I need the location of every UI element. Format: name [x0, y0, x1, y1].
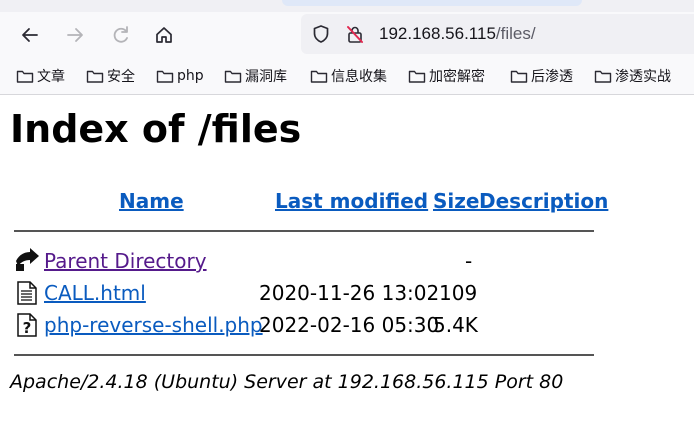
column-header-description[interactable]: Description	[479, 189, 608, 213]
folder-icon	[310, 70, 328, 83]
folder-icon	[408, 70, 426, 83]
home-icon	[156, 27, 172, 43]
url-path: /files/	[495, 24, 536, 43]
bookmark-label: 安全	[107, 69, 135, 85]
folder-icon	[16, 70, 34, 83]
back-arrow-icon	[22, 28, 38, 42]
entry-link-call-html[interactable]: CALL.html	[44, 281, 146, 305]
url-bar[interactable]: 192.168.56.115/files/	[301, 14, 694, 54]
bookmark-item[interactable]: 安全	[86, 64, 135, 88]
server-signature: Apache/2.4.18 (Ubuntu) Server at 192.168…	[10, 371, 564, 393]
entry-size: 5.4K	[433, 313, 478, 337]
bookmark-item[interactable]: php	[156, 64, 204, 88]
text-file-icon	[17, 281, 37, 305]
entry-modified: 2022-02-16 05:30	[259, 313, 440, 337]
bookmark-label: php	[177, 68, 204, 84]
reload-icon	[113, 26, 128, 43]
column-header-last-modified[interactable]: Last modified	[275, 189, 428, 213]
bookmark-label: 漏洞库	[245, 69, 287, 85]
folder-icon	[86, 70, 104, 83]
bookmark-label: 后渗透	[531, 69, 573, 85]
folder-icon	[510, 70, 528, 83]
bookmark-label: 加密解密	[429, 69, 485, 85]
page-content: Index of /files Name Last modified Size …	[0, 95, 694, 434]
forward-button[interactable]	[62, 22, 88, 48]
bookmark-label: 渗透实战	[615, 69, 671, 85]
folder-icon	[594, 70, 612, 83]
unknown-file-icon: ?	[17, 313, 37, 337]
folder-icon	[156, 70, 174, 83]
column-header-name[interactable]: Name	[119, 189, 184, 213]
bookmark-item[interactable]: 文章	[16, 64, 65, 88]
bookmarks-toolbar: 文章 安全 php 漏洞库 信息收集 加密解密 后渗透 渗透实战	[0, 64, 694, 88]
bookmark-item[interactable]: 漏洞库	[224, 64, 287, 88]
entry-size: -	[465, 249, 473, 273]
entry-size: 109	[439, 281, 478, 305]
entry-link-php-reverse-shell[interactable]: php-reverse-shell.php	[44, 313, 263, 337]
bookmark-item[interactable]: 后渗透	[510, 64, 573, 88]
bookmark-label: 文章	[37, 69, 65, 85]
bookmark-label: 信息收集	[331, 69, 387, 85]
column-header-size[interactable]: Size	[433, 189, 479, 213]
back-button[interactable]	[17, 22, 43, 48]
home-button[interactable]	[151, 22, 177, 48]
shield-icon[interactable]	[311, 24, 331, 44]
svg-text:?: ?	[23, 319, 32, 337]
insecure-lock-icon[interactable]	[345, 24, 365, 44]
page-title: Index of /files	[10, 107, 302, 151]
folder-icon	[224, 70, 242, 83]
forward-arrow-icon	[67, 28, 83, 42]
active-tab-edge[interactable]	[282, 0, 582, 6]
bookmark-item[interactable]: 信息收集	[310, 64, 387, 88]
back-folder-icon	[16, 248, 39, 271]
entry-link-parent-directory[interactable]: Parent Directory	[44, 249, 207, 273]
bookmark-item[interactable]: 加密解密	[408, 64, 485, 88]
footer-divider	[14, 354, 594, 356]
browser-chrome: 192.168.56.115/files/ 文章 安全 php 漏洞库 信息收集 加密解密…	[0, 0, 694, 95]
reload-button[interactable]	[108, 22, 134, 48]
header-divider	[14, 230, 594, 232]
bookmark-item[interactable]: 渗透实战	[594, 64, 671, 88]
url-host: 192.168.56.115	[379, 24, 496, 43]
url-text[interactable]: 192.168.56.115/files/	[379, 24, 536, 44]
entry-modified: 2020-11-26 13:02	[259, 281, 440, 305]
